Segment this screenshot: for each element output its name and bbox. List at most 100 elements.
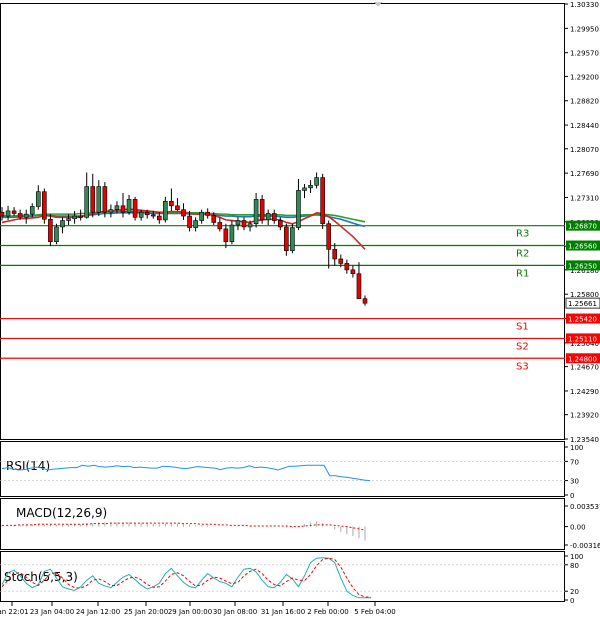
level-value-label: 1.24800 [568, 355, 597, 363]
candle-body [181, 209, 186, 217]
last-price-marker: 1.25661 [565, 297, 600, 309]
candle [132, 196, 138, 221]
price-tick-label: 1.29570 [570, 50, 599, 58]
level-value-label: 1.26560 [568, 243, 597, 251]
sub-axis-tick-label: 80 [570, 562, 579, 570]
candle-body [114, 205, 120, 210]
candle-body [247, 223, 253, 228]
candle-body [60, 220, 65, 228]
price-tick-label: 1.27310 [570, 194, 599, 202]
sub-axis-tick-label: 100 [570, 553, 583, 561]
candle-body [23, 213, 29, 218]
candle-body [157, 215, 162, 221]
time-tick-label: 25 Jan 20:00 [124, 608, 168, 616]
candle-body [0, 211, 5, 217]
candle [42, 188, 47, 224]
candle-body [217, 222, 223, 230]
level-label-r2: R2 [516, 249, 529, 260]
candle-body [84, 186, 89, 218]
candle-body [72, 215, 77, 219]
candle-body [277, 220, 283, 228]
candle-body [175, 205, 180, 210]
stoch-label: Stoch(5,5,3) [4, 570, 78, 584]
candle-body [90, 186, 96, 213]
level-label-r1: R1 [516, 268, 529, 279]
candle-body [290, 227, 295, 251]
price-tick-label: 1.29950 [570, 25, 599, 33]
candle-body [344, 263, 350, 271]
candle-body [29, 206, 35, 215]
candle-body [163, 201, 168, 221]
time-tick-label: 5 Feb 04:00 [354, 608, 395, 616]
price-tick-label: 1.28820 [570, 98, 599, 106]
candle-body [350, 269, 356, 275]
candle-body [108, 209, 114, 213]
candle-body [17, 213, 23, 218]
candle [320, 173, 325, 229]
candle-body [132, 199, 138, 218]
level-label-s2: S2 [516, 341, 529, 352]
price-tick-label: 1.23540 [570, 436, 599, 444]
candle-body [54, 226, 59, 242]
candle-body [102, 186, 108, 213]
time-tick-label: 29 Jan 00:00 [168, 608, 212, 616]
candle-body [259, 199, 265, 221]
candle-body [66, 218, 71, 221]
time-tick-label: 2 Feb 00:00 [307, 608, 348, 616]
chart-background [0, 0, 600, 621]
candle-body [302, 187, 307, 191]
candle-body [211, 215, 217, 223]
candle-body [296, 190, 301, 228]
candle-body [205, 211, 210, 216]
forex-chart: 1.30330 1.29950 1.29570 1.29200 1.28820 1.284… [0, 0, 600, 621]
sub-axis-tick-label: -0.003165 [570, 542, 600, 550]
candle [54, 223, 59, 245]
candle-body [362, 298, 368, 304]
level-label-s1: S1 [516, 322, 529, 333]
candle-body [229, 224, 235, 242]
candle-body [169, 201, 174, 207]
candle-body [138, 211, 144, 218]
candle-body [199, 211, 204, 221]
candle-body [326, 223, 332, 250]
candle-body [356, 273, 362, 299]
candle-body [35, 191, 41, 207]
time-tick-label: 24 Jan 12:00 [76, 608, 120, 616]
time-tick-label: 31 Jan 16:00 [261, 608, 305, 616]
price-tick-label: 1.23920 [570, 412, 599, 420]
level-value-label: 1.26250 [568, 262, 597, 270]
time-tick-label: Jan 22:01 [0, 608, 29, 616]
candle-body [241, 220, 247, 228]
level-label-s3: S3 [516, 361, 529, 372]
sub-axis-tick-label: 100 [570, 444, 583, 452]
candle-body [5, 210, 11, 217]
candle-body [338, 258, 344, 264]
candle-body [150, 214, 156, 217]
level-value-label: 1.25420 [568, 316, 597, 324]
price-tick-label: 1.24670 [570, 364, 599, 372]
candle-body [253, 199, 259, 225]
candle [259, 194, 265, 224]
candle-body [223, 228, 229, 242]
candle-body [235, 220, 241, 226]
time-tick-label: 30 Jan 08:00 [213, 608, 257, 616]
candle-body [120, 205, 126, 213]
sub-axis-tick-label: 0 [570, 597, 574, 605]
candle [290, 223, 295, 254]
level-label-r3: R3 [516, 229, 529, 240]
candle-body [265, 213, 271, 221]
time-tick-label: 23 Jan 04:00 [30, 608, 74, 616]
sub-axis-tick-label: 30 [570, 478, 579, 486]
candle-body [48, 218, 53, 242]
candle [102, 182, 108, 218]
candle-body [126, 199, 132, 213]
candle-body [144, 211, 150, 216]
macd-label: MACD(12,26,9) [16, 506, 107, 520]
candle-body [96, 186, 102, 213]
candle-body [308, 185, 313, 189]
sub-axis-tick-label: 70 [570, 458, 579, 466]
price-tick-label: 1.24290 [570, 388, 599, 396]
candle-body [11, 210, 17, 214]
price-tick-label: 1.30330 [570, 1, 599, 9]
level-value-label: 1.25110 [568, 335, 597, 343]
